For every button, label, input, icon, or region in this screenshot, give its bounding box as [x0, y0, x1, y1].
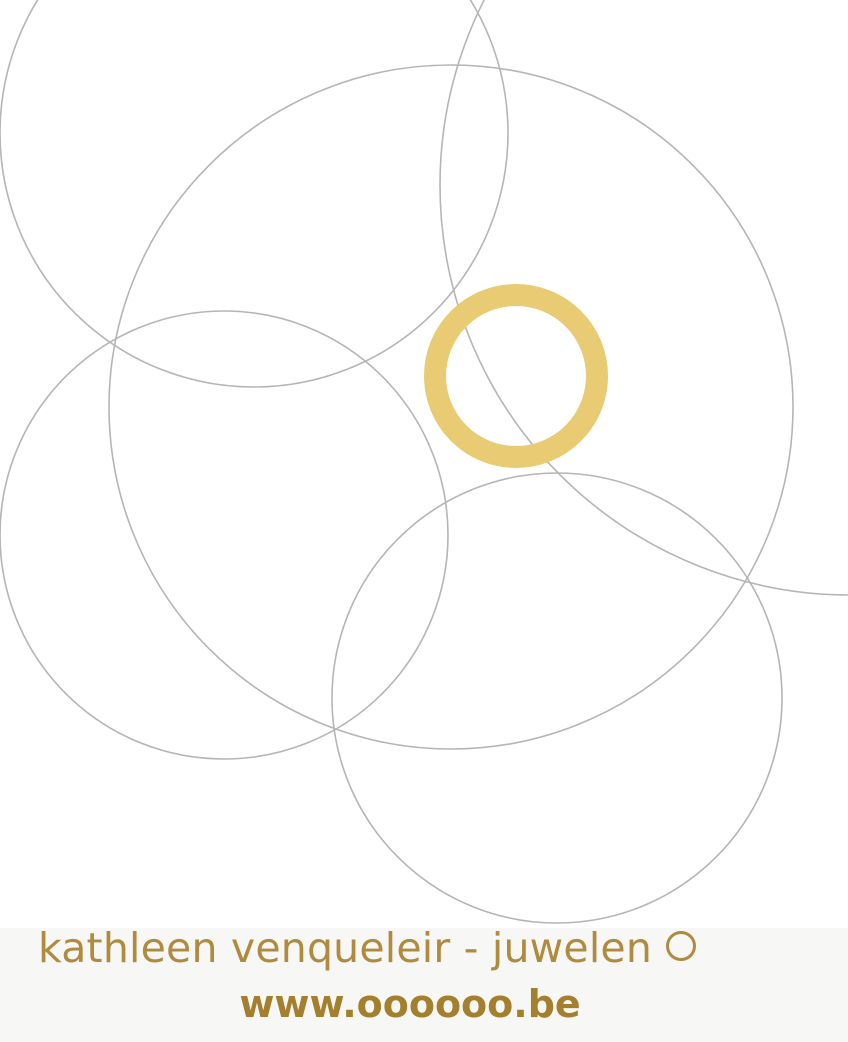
outline-circle-bottom-right: [331, 472, 783, 924]
website-url[interactable]: www.oooooo.be: [0, 982, 820, 1026]
brand-name-line: kathleen venqueleir - juwelen: [38, 918, 697, 978]
outline-circle-mid-left: [0, 310, 449, 760]
brand-name: kathleen venqueleir - juwelen: [38, 924, 653, 972]
outline-circle-top-left: [0, 0, 509, 388]
page: kathleen venqueleir - juwelen www.oooooo…: [0, 0, 848, 1042]
circle-outline-icon: [666, 931, 697, 961]
gold-ring-icon: [424, 284, 608, 468]
circles-artwork: [0, 0, 848, 924]
